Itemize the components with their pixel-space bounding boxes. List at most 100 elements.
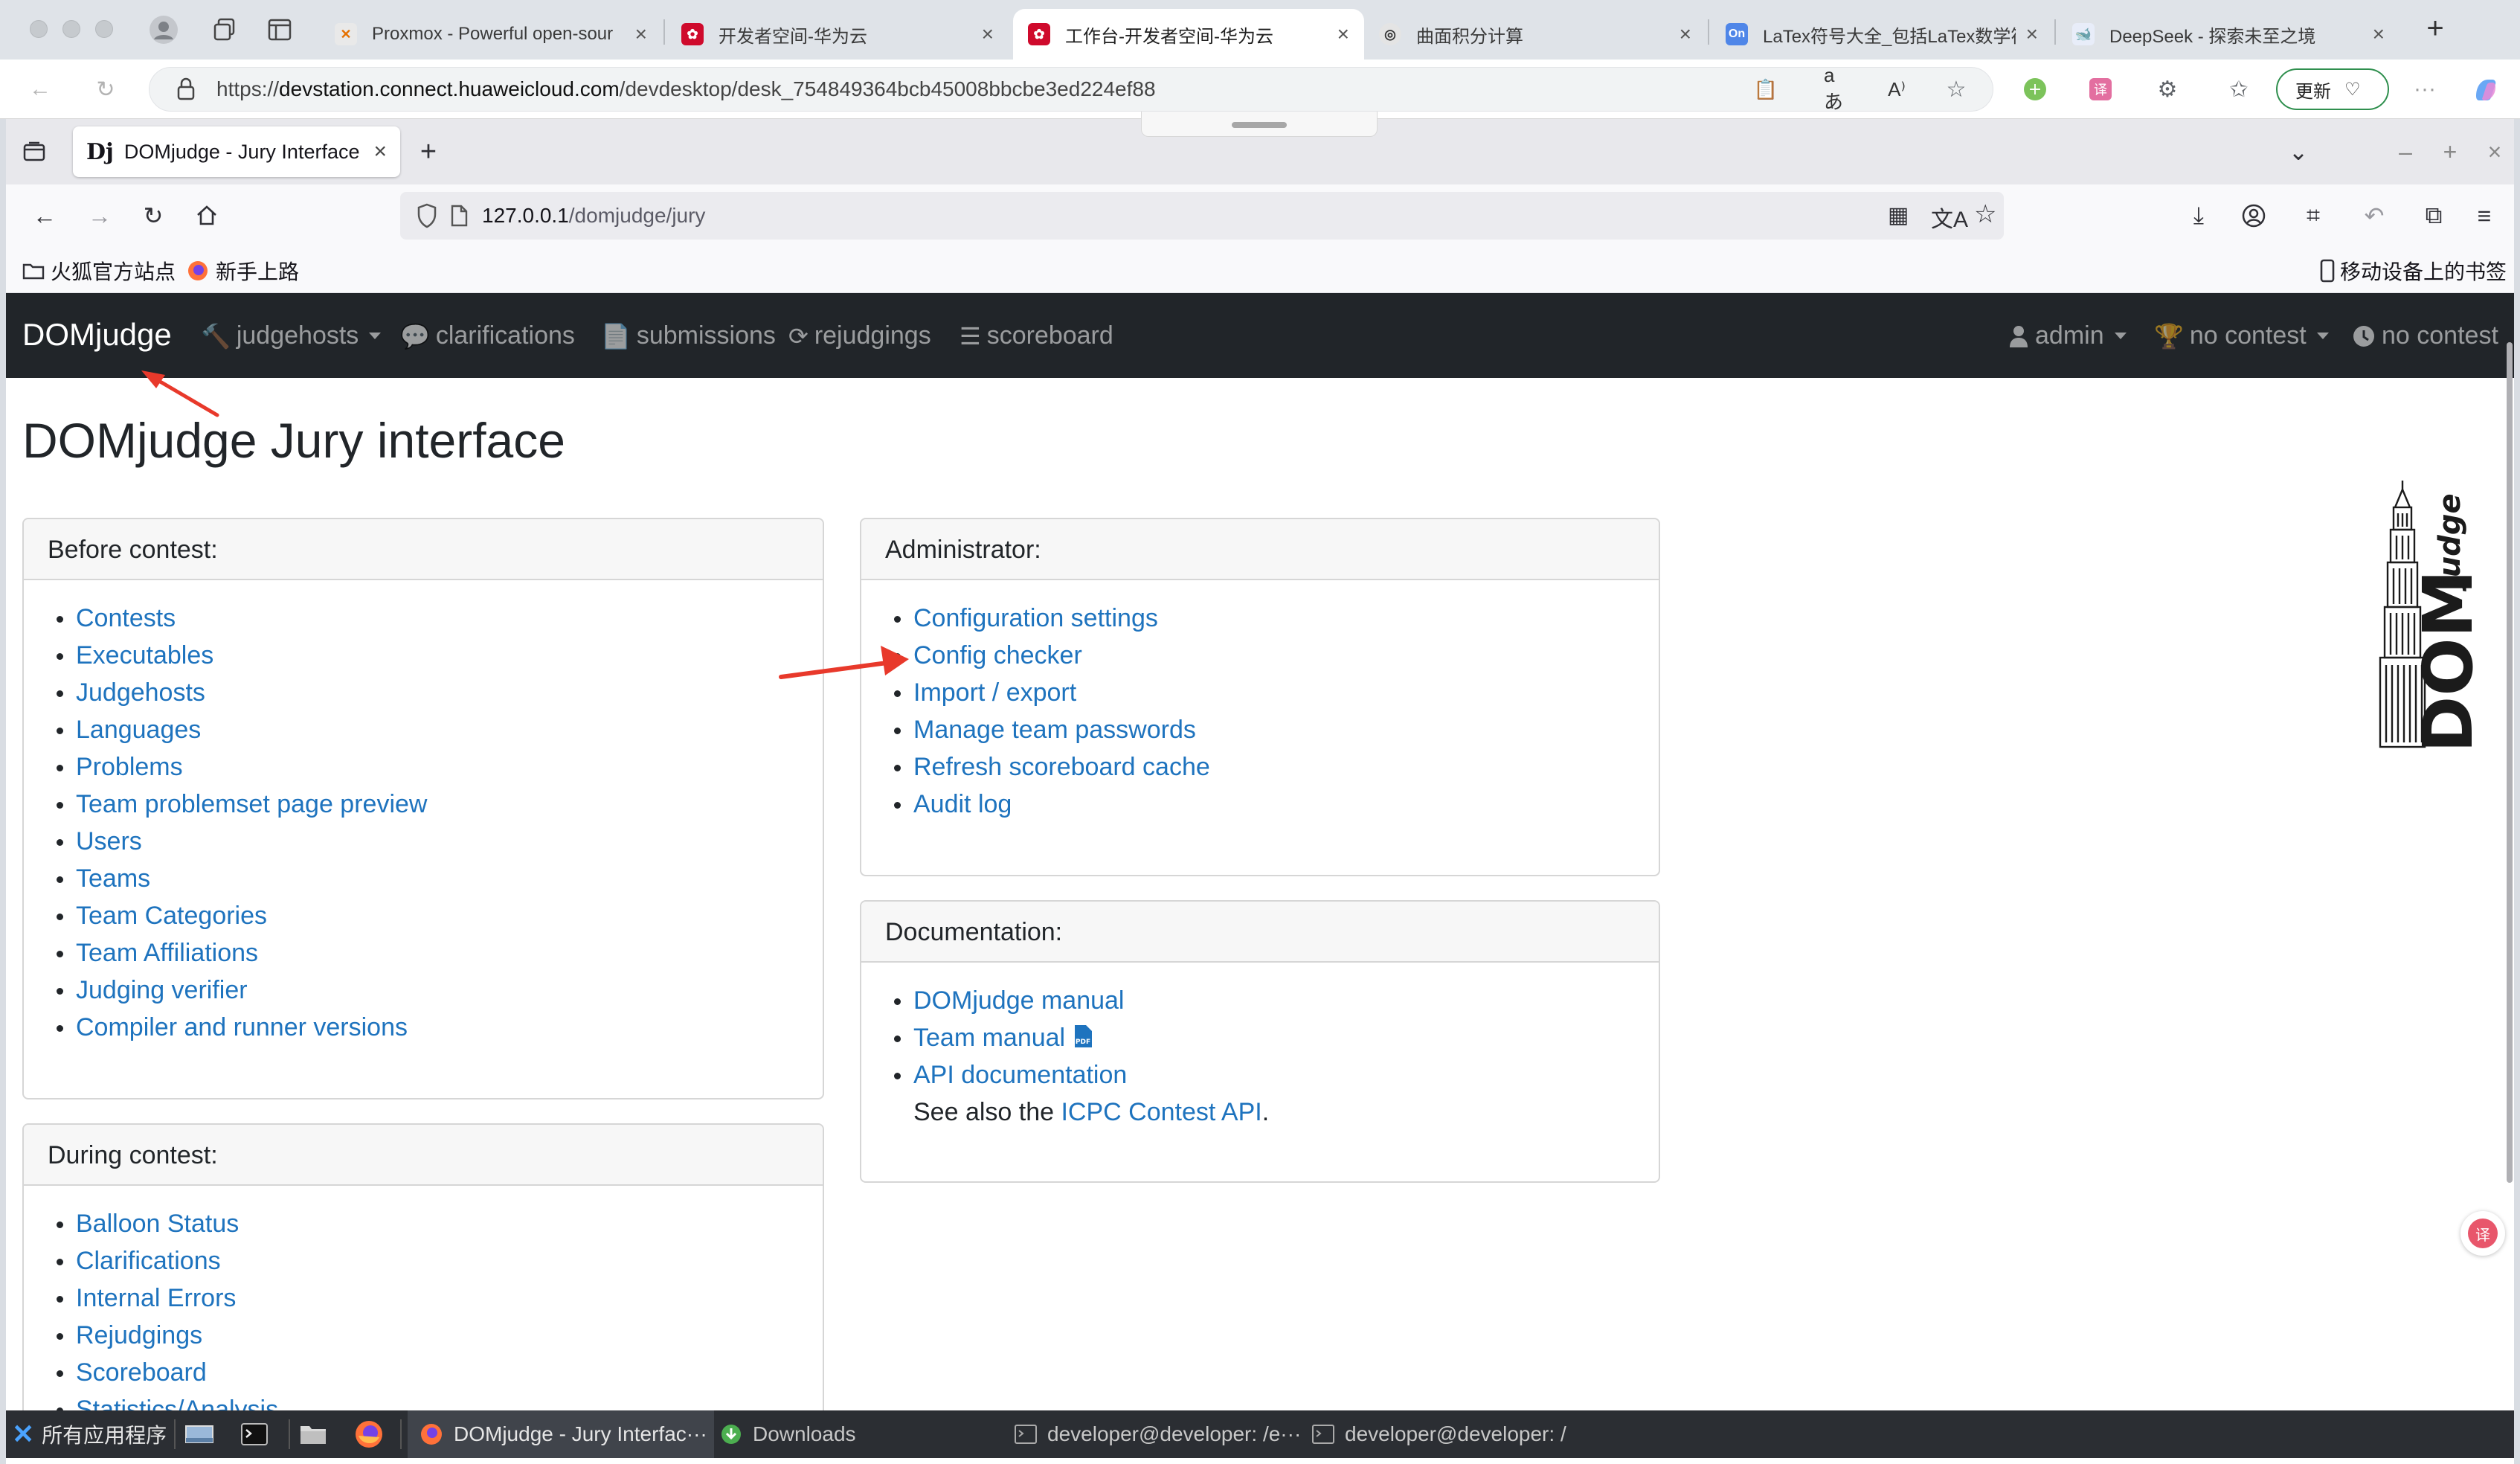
nav-judgehosts[interactable]: 🔨 judgehosts [201, 321, 382, 350]
link-team-categories[interactable]: Team Categories [57, 897, 823, 934]
apps-menu-button[interactable]: ✕ 所有应用程序 [12, 1410, 167, 1458]
profile-icon[interactable] [149, 15, 179, 45]
edge-address-bar[interactable]: https://devstation.connect.huaweicloud.c… [149, 67, 1993, 112]
edge-tab-1[interactable]: ✕ Proxmox - Powerful open-sour × [320, 9, 662, 60]
firefox-view-icon[interactable] [18, 135, 51, 168]
undo-icon[interactable]: ↶ [2358, 199, 2391, 232]
extension-green-icon[interactable]: + [2020, 74, 2050, 104]
edge-tab-3-active[interactable]: ✿ 工作台-开发者空间-华为云 × [1013, 9, 1364, 60]
reload-icon[interactable]: ↻ [137, 199, 170, 232]
back-icon[interactable]: ← [28, 199, 61, 232]
mobile-bookmarks[interactable]: 移动设备上的书签 [2319, 256, 2507, 286]
list-tabs-icon[interactable]: ⌄ [2282, 135, 2315, 168]
link-internal-errors[interactable]: Internal Errors [57, 1280, 823, 1317]
close-icon[interactable]: × [2026, 22, 2038, 46]
edge-tab-4[interactable]: ◎ 曲面积分计算 × [1364, 9, 1706, 60]
qr-code-icon[interactable]: ▦ [1888, 202, 1909, 228]
clipboard-icon[interactable]: 📋 [1751, 74, 1781, 104]
floating-translate-button[interactable]: 译 [2460, 1211, 2505, 1256]
link-team-affiliations[interactable]: Team Affiliations [57, 934, 823, 972]
copilot-icon[interactable] [2471, 74, 2501, 104]
back-icon[interactable]: ← [25, 74, 55, 104]
link-team-problemset-preview[interactable]: Team problemset page preview [57, 786, 823, 823]
link-refresh-scoreboard-cache[interactable]: Refresh scoreboard cache [894, 748, 1659, 786]
close-icon[interactable]: × [1680, 22, 1691, 46]
firefox-address-bar[interactable]: 127.0.0.1/domjudge/jury ▦ 文A ☆ [400, 192, 2004, 240]
link-icpc-contest-api[interactable]: ICPC Contest API [1061, 1098, 1261, 1126]
window-close-dot[interactable] [30, 20, 48, 38]
nav-scoreboard[interactable]: ☰ scoreboard [960, 321, 1113, 350]
show-desktop-icon[interactable] [184, 1410, 214, 1458]
edge-tab-2[interactable]: ✿ 开发者空间-华为云 × [666, 9, 1009, 60]
link-teams[interactable]: Teams [57, 860, 823, 897]
close-icon[interactable]: × [2373, 22, 2385, 46]
more-icon[interactable]: ··· [2410, 74, 2440, 104]
favorite-star-icon[interactable]: ☆ [1941, 74, 1971, 104]
nav-submissions[interactable]: 📄 submissions [601, 321, 776, 350]
extensions-puzzle-icon[interactable]: ⚙ [2153, 74, 2182, 104]
link-api-documentation[interactable]: API documentation [894, 1056, 1659, 1094]
new-tab-icon[interactable]: + [412, 135, 445, 168]
link-rejudgings[interactable]: Rejudgings [57, 1317, 823, 1354]
minimize-icon[interactable]: – [2389, 135, 2422, 168]
link-problems[interactable]: Problems [57, 748, 823, 786]
link-team-manual[interactable]: Team manual PDF [894, 1019, 1659, 1056]
link-languages[interactable]: Languages [57, 711, 823, 748]
close-icon[interactable]: × [1337, 22, 1349, 46]
new-tab-icon[interactable]: + [2420, 12, 2450, 45]
close-icon[interactable]: × [635, 22, 647, 46]
terminal-launcher-icon[interactable] [241, 1410, 268, 1458]
maximize-icon[interactable]: + [2434, 135, 2466, 168]
link-executables[interactable]: Executables [57, 637, 823, 674]
update-button[interactable]: 更新 ♡ [2276, 68, 2389, 110]
account-icon[interactable] [2237, 199, 2270, 232]
edge-tab-6[interactable]: 🐋 DeepSeek - 探索未至之境 × [2057, 9, 2400, 60]
link-judging-verifier[interactable]: Judging verifier [57, 972, 823, 1009]
link-balloon-status[interactable]: Balloon Status [57, 1205, 823, 1242]
firefox-tab-active[interactable]: Dj DOMjudge - Jury Interface × [73, 126, 400, 177]
link-import-export[interactable]: Import / export [894, 674, 1659, 711]
translate-icon[interactable]: aあ [1824, 64, 1854, 113]
edge-tab-5[interactable]: On LaTex符号大全_包括LaTex数学符 × [1711, 9, 2053, 60]
read-aloud-icon[interactable]: A⁾ [1882, 74, 1912, 104]
site-info-icon[interactable] [175, 77, 197, 102]
navbar-brand[interactable]: DOMjudge [22, 317, 172, 353]
close-icon[interactable]: × [982, 22, 994, 46]
reload-icon[interactable]: ↻ [91, 74, 120, 104]
menu-icon[interactable]: ≡ [2468, 199, 2501, 232]
link-config-checker[interactable]: Config checker [894, 637, 1659, 674]
window-zoom-dot[interactable] [95, 20, 113, 38]
extensions-icon[interactable]: ⧉ [2417, 199, 2450, 232]
favorites-icon[interactable]: ✩ [2224, 74, 2254, 104]
link-compiler-runner-versions[interactable]: Compiler and runner versions [57, 1009, 823, 1046]
vertical-tabs-icon[interactable] [265, 15, 295, 45]
workspaces-icon[interactable] [210, 15, 240, 45]
bookmark-getting-started[interactable]: 新手上路 [187, 256, 299, 286]
translate-icon[interactable]: 文A [1931, 201, 1968, 234]
home-icon[interactable] [190, 199, 223, 232]
link-configuration-settings[interactable]: Configuration settings [894, 600, 1659, 637]
link-judgehosts[interactable]: Judgehosts [57, 674, 823, 711]
nav-user-dropdown[interactable]: admin [2008, 321, 2127, 350]
link-domjudge-manual[interactable]: DOMjudge manual [894, 982, 1659, 1019]
downloads-icon[interactable]: ⤓ [2182, 199, 2215, 232]
close-window-icon[interactable]: × [2478, 135, 2511, 168]
extension-pink-icon[interactable]: 译 [2086, 74, 2115, 104]
link-users[interactable]: Users [57, 823, 823, 860]
bookmark-star-icon[interactable]: ☆ [1974, 199, 1996, 229]
page-scrollbar[interactable] [2507, 342, 2513, 1183]
nav-clarifications[interactable]: 💬 clarifications [400, 321, 575, 350]
link-contests[interactable]: Contests [57, 600, 823, 637]
link-manage-team-passwords[interactable]: Manage team passwords [894, 711, 1659, 748]
close-icon[interactable]: × [373, 139, 387, 164]
forward-icon[interactable]: → [83, 199, 116, 232]
link-audit-log[interactable]: Audit log [894, 786, 1659, 823]
link-clarifications[interactable]: Clarifications [57, 1242, 823, 1280]
file-manager-launcher-icon[interactable] [299, 1410, 327, 1458]
nav-rejudgings[interactable]: ⟳ rejudgings [788, 321, 931, 350]
taskbar-window-terminal-2[interactable]: developer@developer: / [1312, 1410, 1566, 1458]
shield-icon[interactable] [415, 202, 439, 229]
nav-contest-dropdown[interactable]: 🏆 no contest [2154, 321, 2329, 350]
firefox-launcher-icon[interactable] [354, 1410, 384, 1458]
window-minimize-dot[interactable] [62, 20, 80, 38]
